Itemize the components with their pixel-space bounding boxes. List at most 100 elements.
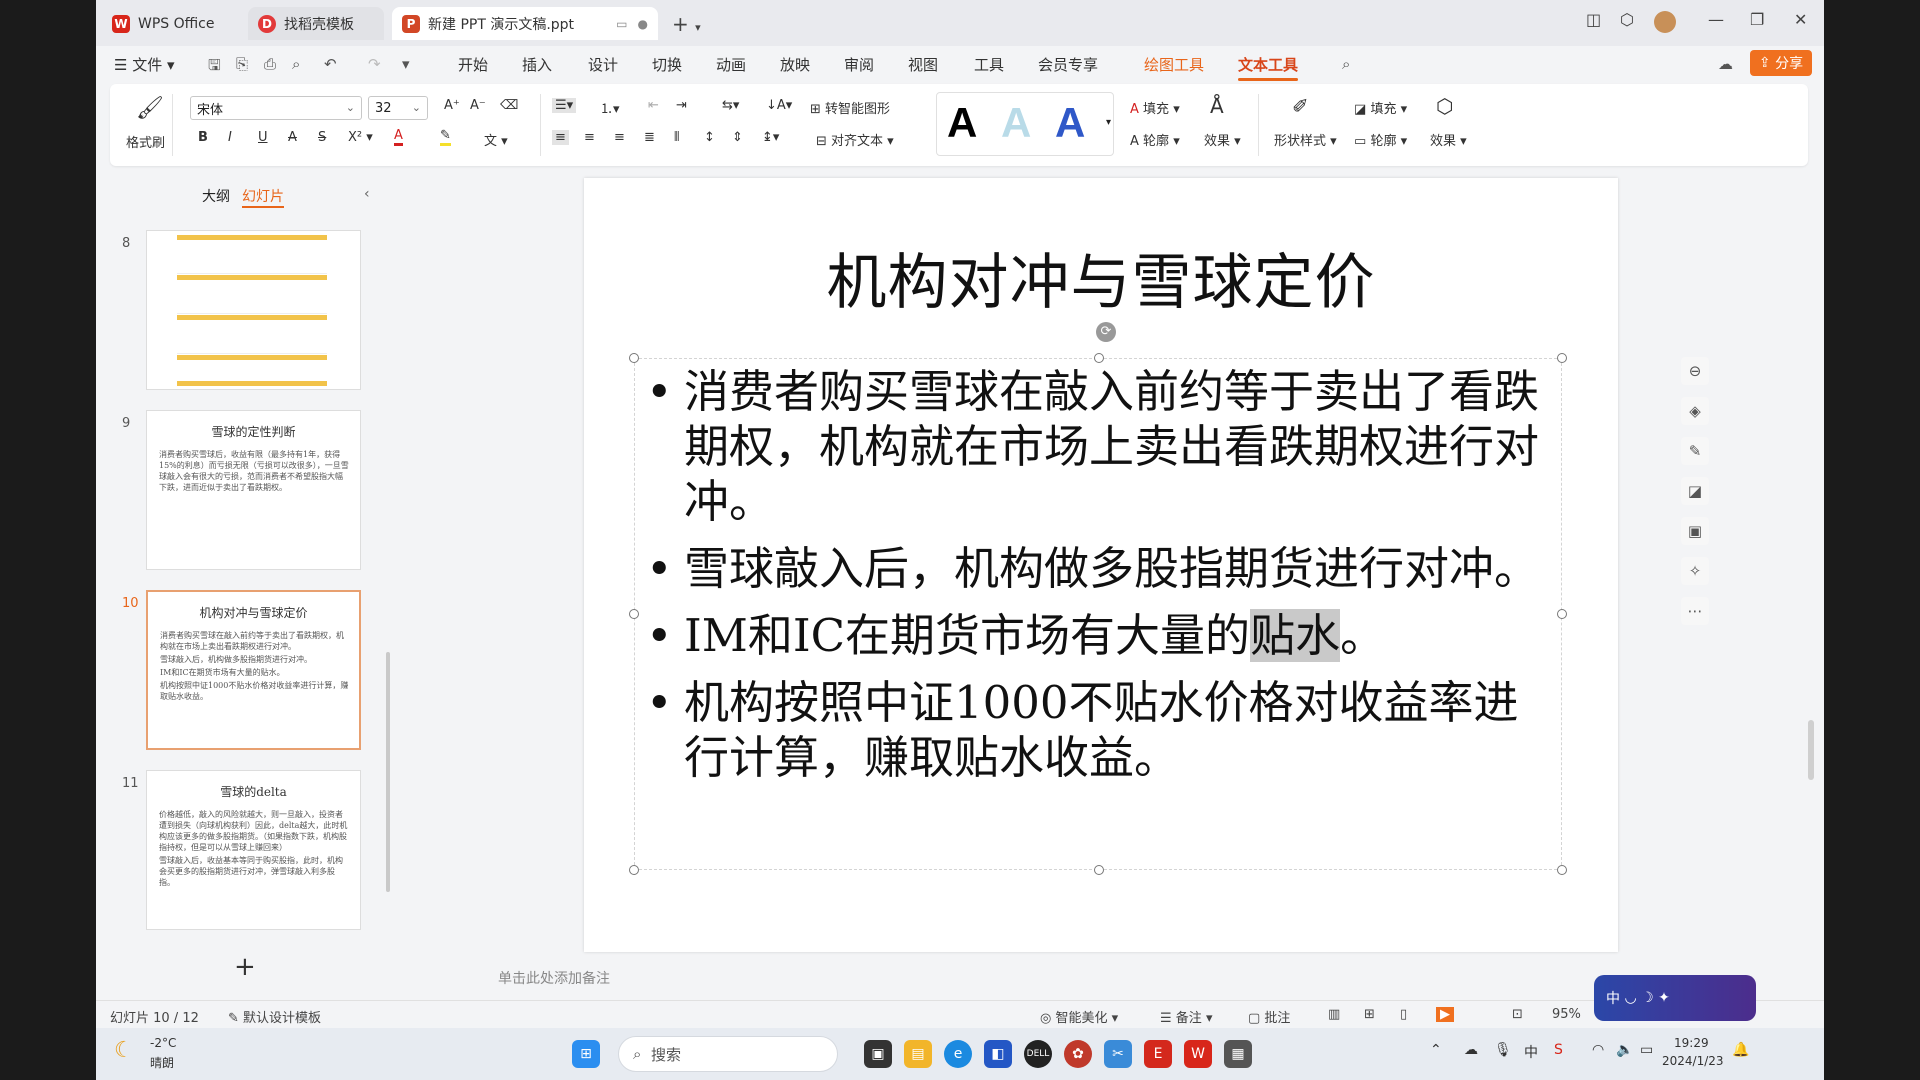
comments-button[interactable]: ▢ 批注 (1248, 1007, 1290, 1026)
tab-view[interactable]: 视图 (908, 54, 938, 75)
collapse-panel-icon[interactable]: ‹ (364, 186, 370, 202)
magic-icon[interactable]: ✧ (1681, 557, 1709, 585)
canvas-scrollbar[interactable] (1808, 720, 1814, 780)
mic-icon[interactable]: 🎙 (1494, 1042, 1512, 1058)
bullet-item[interactable]: 雪球敲入后，机构做多股指期货进行对冲。 (644, 541, 1544, 596)
more-icon[interactable]: ⋯ (1681, 597, 1709, 625)
shape-fill-button[interactable]: ◪ 填充 ▾ (1354, 98, 1407, 117)
resize-handle[interactable] (1094, 353, 1104, 363)
bullet-list[interactable]: 消费者购买雪球在敲入前约等于卖出了看跌期权，机构就在市场上卖出看跌期权进行对冲。… (644, 364, 1544, 797)
resize-handle[interactable] (629, 865, 639, 875)
align-right-icon[interactable]: ≡ (614, 130, 625, 145)
tab-transition[interactable]: 切换 (652, 54, 682, 75)
shape-effect-icon[interactable]: ⬡ (1436, 94, 1453, 118)
unsaved-dot-icon[interactable]: ● (638, 17, 648, 31)
weather-temp[interactable]: -2°C (150, 1036, 176, 1050)
text-outline-button[interactable]: A 轮廓 ▾ (1130, 130, 1180, 149)
reading-view-icon[interactable]: ▯ (1400, 1007, 1407, 1022)
resize-handle[interactable] (1557, 609, 1567, 619)
print-icon[interactable]: ⎙ (264, 55, 276, 73)
text-style-light-blue[interactable]: A (1001, 99, 1031, 147)
slide-thumbnail-9[interactable]: 雪球的定性判断 消费者购买雪球后，收益有限（最多持有1年，获得15%的利息）而亏… (146, 410, 361, 570)
selected-text[interactable]: 贴水 (1250, 609, 1341, 662)
tab-member[interactable]: 会员专享 (1038, 54, 1098, 75)
decrease-indent-icon[interactable]: ⇤ (648, 98, 659, 113)
text-effect-button[interactable]: 效果 ▾ (1204, 130, 1241, 149)
ime-icon[interactable]: 中 (1524, 1042, 1538, 1062)
align-center-icon[interactable]: ≡ (584, 130, 595, 145)
tab-template[interactable]: D 找稻壳模板 (248, 7, 384, 40)
new-tab-button[interactable]: + ▾ (672, 12, 701, 36)
smart-shape-button[interactable]: ⊞ 转智能图形 (810, 98, 890, 117)
tab-insert[interactable]: 插入 (522, 54, 552, 75)
bullet-item[interactable]: 消费者购买雪球在敲入前约等于卖出了看跌期权，机构就在市场上卖出看跌期权进行对冲。 (644, 364, 1544, 529)
onedrive-icon[interactable]: ☁ (1464, 1042, 1478, 1058)
slide-title[interactable]: 机构对冲与雪球定价 (584, 234, 1618, 321)
underline-icon[interactable]: U (258, 130, 268, 145)
monitor-icon[interactable]: ▭ (616, 17, 627, 31)
superscript-icon[interactable]: X² ▾ (348, 130, 373, 145)
search-icon[interactable]: ⌕ (1342, 55, 1350, 73)
text-style-blue[interactable]: A (1055, 99, 1085, 147)
restore-icon[interactable]: ❐ (1750, 10, 1764, 29)
layers-icon[interactable]: ◈ (1681, 397, 1709, 425)
text-effect-icon[interactable]: Å (1210, 94, 1224, 118)
gallery-more-icon[interactable]: ▾ (1106, 117, 1111, 128)
notes-placeholder[interactable]: 单击此处添加备注 (498, 968, 610, 988)
tab-slideshow[interactable]: 放映 (780, 54, 810, 75)
dell-icon[interactable]: DELL (1024, 1040, 1052, 1068)
slide-canvas[interactable]: 机构对冲与雪球定价 ⟳ 消费者购买雪球在敲入前约等于卖出了看跌期权，机构就在市场… (584, 178, 1618, 952)
bullet-item[interactable]: 机构按照中证1000不贴水价格对收益率进行计算，赚取贴水收益。 (644, 675, 1544, 785)
wifi-icon[interactable]: ◠ (1592, 1042, 1604, 1058)
shape-effect-button[interactable]: 效果 ▾ (1430, 130, 1467, 149)
volume-icon[interactable]: 🔈 (1616, 1042, 1633, 1058)
bullets-icon[interactable]: ☰▾ (552, 98, 577, 113)
shadow-icon[interactable]: S (318, 130, 326, 145)
chat-icon[interactable]: ☁ (1718, 55, 1733, 73)
beautify-button[interactable]: ◎ 智能美化 ▾ (1040, 1007, 1118, 1026)
tab-outline[interactable]: 大纲 (202, 186, 230, 206)
format-painter-button[interactable]: 格式刷 (126, 132, 165, 151)
notification-icon[interactable]: 🔔 (1732, 1042, 1749, 1058)
tab-presentation[interactable]: P 新建 PPT 演示文稿.ppt ▭ ● (392, 7, 658, 40)
fit-icon[interactable]: ⊡ (1512, 1007, 1523, 1022)
wps-tray-icon[interactable]: S (1554, 1042, 1563, 1058)
shape-style-button[interactable]: 形状样式 ▾ (1274, 130, 1337, 149)
sort-icon[interactable]: ↓A▾ (766, 98, 792, 113)
text-style-black[interactable]: A (947, 99, 977, 147)
zoom-level[interactable]: 95% (1552, 1007, 1581, 1022)
tab-tools[interactable]: 工具 (974, 54, 1004, 75)
highlight-icon[interactable]: ✎ (440, 128, 451, 146)
calculator-icon[interactable]: ▦ (1224, 1040, 1252, 1068)
phonetic-icon[interactable]: 文 ▾ (484, 130, 508, 149)
minimize-icon[interactable]: — (1708, 10, 1724, 29)
font-name-select[interactable]: 宋体 ⌄ (190, 96, 362, 120)
tab-wps-office[interactable]: W WPS Office (102, 7, 242, 40)
font-color-icon[interactable]: A (394, 128, 403, 146)
clear-format-icon[interactable]: ⌫ (500, 98, 518, 113)
sorter-view-icon[interactable]: ⊞ (1364, 1007, 1375, 1022)
layout-icon[interactable]: ◫ (1586, 10, 1601, 29)
text-fill-button[interactable]: A 填充 ▾ (1130, 98, 1180, 117)
file-explorer-icon[interactable]: ▤ (904, 1040, 932, 1068)
tab-slides[interactable]: 幻灯片 (242, 186, 284, 208)
normal-view-icon[interactable]: ▥ (1328, 1007, 1340, 1022)
redo-icon[interactable]: ↷ (368, 55, 381, 73)
share-button[interactable]: ⇪ 分享 (1750, 50, 1812, 76)
slide-thumbnail-11[interactable]: 雪球的delta 价格越低，敲入的风险就越大，则一旦敲入，投资者遭到损失（向球机… (146, 770, 361, 930)
play-icon[interactable]: ▶ (1436, 1007, 1454, 1022)
close-icon[interactable]: ✕ (1794, 10, 1807, 29)
italic-icon[interactable]: I (228, 130, 232, 145)
file-menu[interactable]: ☰ 文件 ▾ (114, 54, 175, 75)
increase-indent-icon[interactable]: ⇥ (676, 98, 687, 113)
rotate-handle-icon[interactable]: ⟳ (1096, 322, 1116, 342)
clock-time[interactable]: 19:29 (1674, 1036, 1709, 1050)
add-slide-button[interactable]: + (234, 952, 256, 982)
tab-review[interactable]: 审阅 (844, 54, 874, 75)
tab-design[interactable]: 设计 (588, 54, 618, 75)
edge-icon[interactable]: e (944, 1040, 972, 1068)
shape-style-icon[interactable]: ✐ (1292, 94, 1309, 118)
weather-desc[interactable]: 晴朗 (150, 1054, 174, 1071)
text-direction-icon[interactable]: ⇆▾ (722, 98, 739, 113)
chevron-down-icon[interactable]: ▾ (695, 21, 701, 34)
